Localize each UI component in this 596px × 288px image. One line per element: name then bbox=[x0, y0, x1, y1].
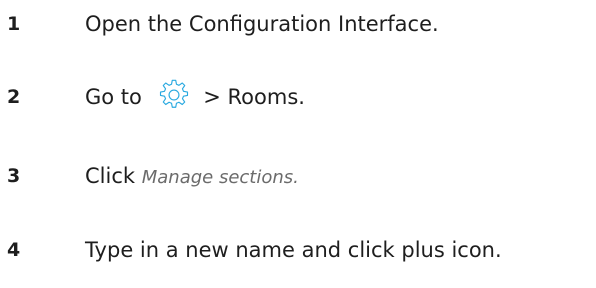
step-1: 1 Open the Configuration Interface. bbox=[0, 4, 596, 44]
step-text-prefix: Go to bbox=[85, 85, 142, 109]
step-number: 3 bbox=[7, 165, 21, 187]
step-number: 4 bbox=[7, 239, 21, 261]
step-text-suffix: > Rooms. bbox=[203, 85, 305, 109]
gear-icon bbox=[155, 76, 193, 114]
step-3: 3 Click Manage sections. bbox=[0, 156, 596, 196]
step-text-lead: Click bbox=[85, 164, 136, 188]
step-number: 1 bbox=[7, 13, 21, 35]
step-text: Open the Configuration Interface. bbox=[85, 12, 439, 36]
step-2: 2 Go to > Rooms. bbox=[0, 77, 596, 117]
step-4: 4 Type in a new name and click plus icon… bbox=[0, 230, 596, 270]
step-text: Type in a new name and click plus icon. bbox=[85, 238, 502, 262]
step-text-emphasis: Manage sections. bbox=[141, 167, 299, 188]
step-text: Click Manage sections. bbox=[85, 156, 299, 198]
step-text: Go to > Rooms. bbox=[85, 77, 305, 117]
step-number: 2 bbox=[7, 86, 21, 108]
